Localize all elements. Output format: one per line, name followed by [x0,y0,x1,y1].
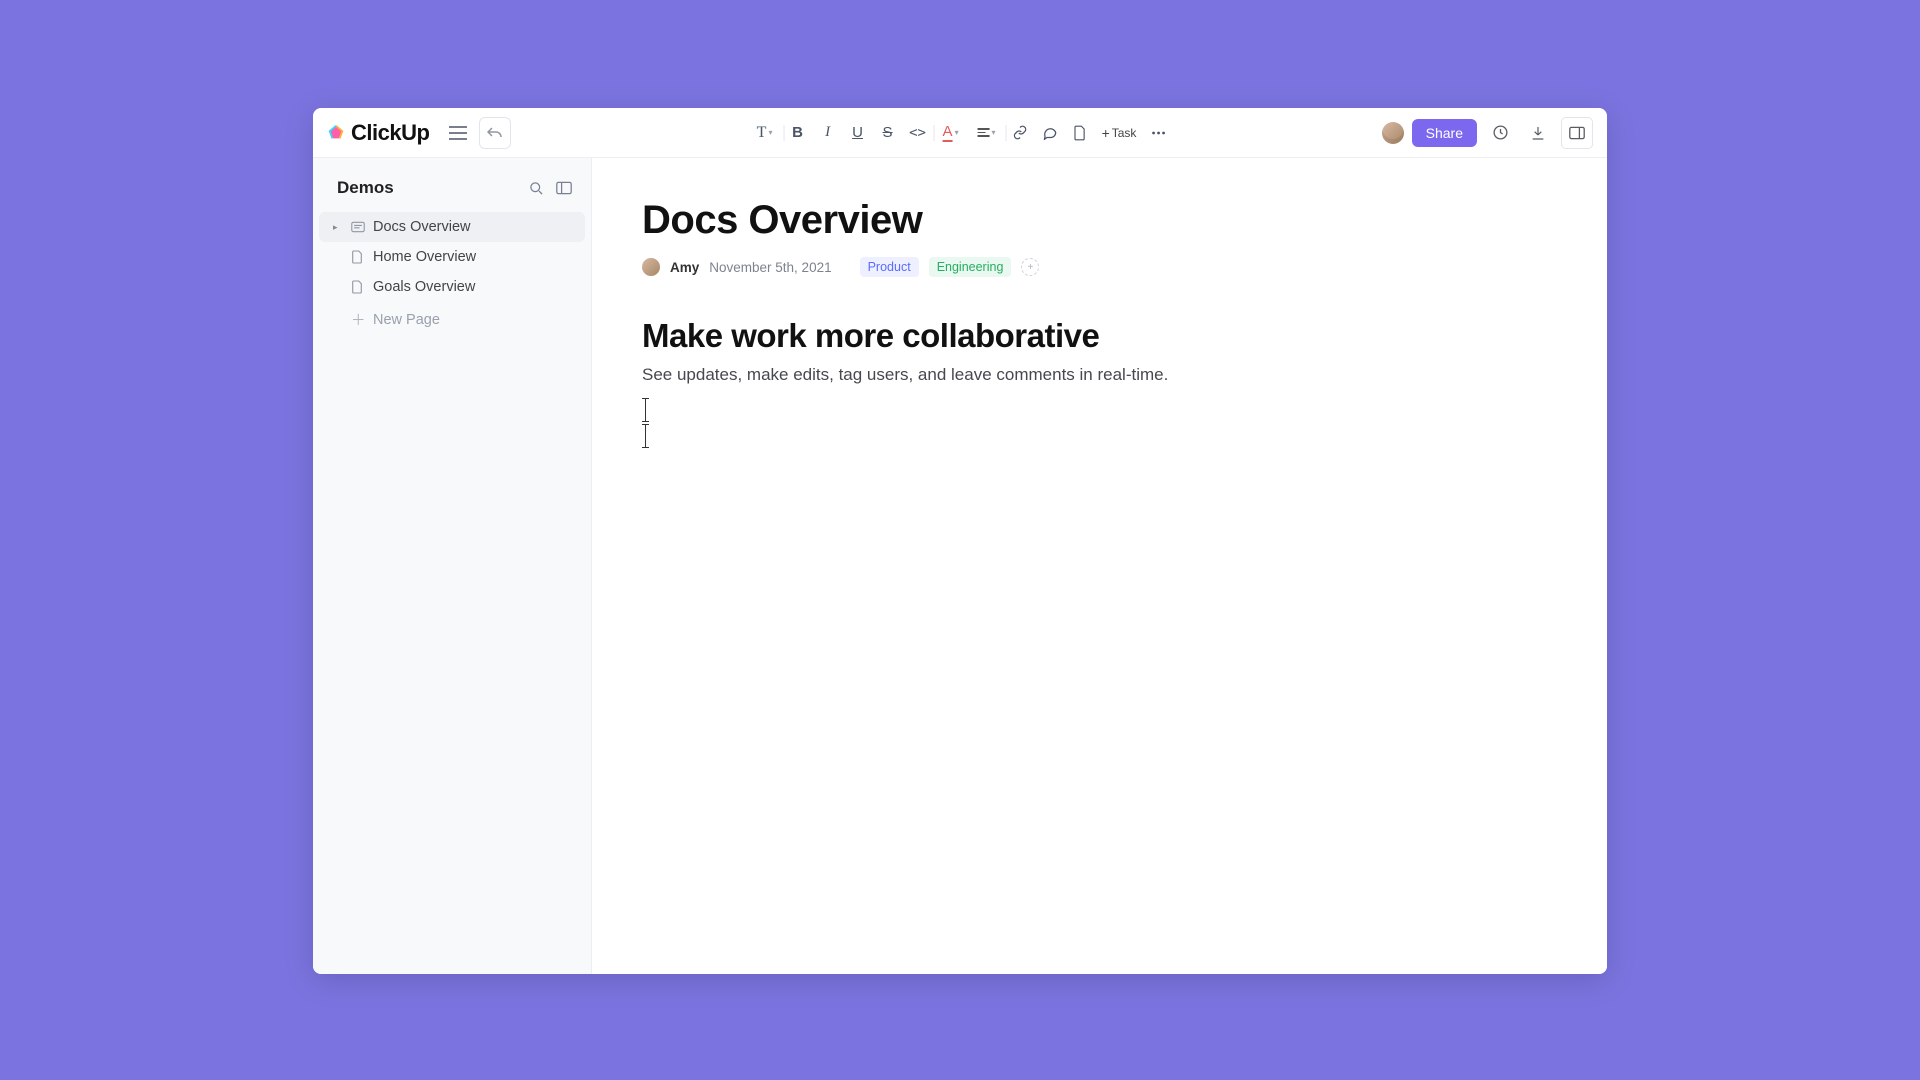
plus-icon: ＋ [351,309,365,330]
download-icon[interactable] [1523,118,1553,148]
app-window: ClickUp T▾ B I U S <> A▾ ▾ [313,108,1607,974]
attach-button[interactable] [1066,119,1094,147]
sidebar-header: Demos [313,172,591,212]
more-button[interactable] [1144,119,1172,147]
share-label: Share [1426,125,1463,141]
bold-button[interactable]: B [784,119,812,147]
doc-date: November 5th, 2021 [709,260,831,275]
sidebar-item-label: Goals Overview [373,279,475,295]
link-button[interactable] [1006,119,1034,147]
italic-button[interactable]: I [814,119,842,147]
doc-paragraph[interactable]: See updates, make edits, tag users, and … [642,365,1547,385]
sidebar-item-label: Home Overview [373,249,476,265]
logo-icon [327,124,345,142]
app-logo[interactable]: ClickUp [327,120,429,146]
sidebar-item-home-overview[interactable]: Home Overview [319,242,585,272]
strike-button[interactable]: S [874,119,902,147]
sidebar: Demos ▸ Docs Overview [313,158,592,974]
tag-product[interactable]: Product [860,257,919,277]
share-button[interactable]: Share [1412,119,1477,147]
doc-card-icon [351,221,365,233]
comment-button[interactable] [1036,119,1064,147]
page-icon [351,280,365,294]
menu-icon[interactable] [443,118,473,148]
history-icon[interactable] [1485,118,1515,148]
text-color-button[interactable]: A▾ [934,119,968,147]
plus-icon: + [1027,262,1033,273]
task-label: Task [1112,126,1137,140]
undo-button[interactable] [479,117,511,149]
panel-toggle-icon[interactable] [1561,117,1593,149]
sidebar-item-label: Docs Overview [373,219,471,235]
format-toolbar: T▾ B I U S <> A▾ ▾ + Task [748,119,1173,147]
avatar[interactable] [1382,122,1404,144]
app-name: ClickUp [351,120,429,146]
add-page-button[interactable]: ＋ New Page [319,302,585,337]
text-cursor [642,399,1547,447]
author-name: Amy [670,260,699,275]
collapse-sidebar-icon[interactable] [555,179,573,197]
search-icon[interactable] [527,179,545,197]
tag-engineering[interactable]: Engineering [929,257,1012,277]
align-button[interactable]: ▾ [970,119,1004,147]
plus-icon: + [1102,125,1110,141]
page-title[interactable]: Docs Overview [642,198,1547,243]
add-page-label: New Page [373,312,440,328]
chevron-right-icon: ▸ [333,222,343,233]
add-task-button[interactable]: + Task [1096,119,1143,147]
document-area[interactable]: Docs Overview Amy November 5th, 2021 Pro… [592,158,1607,974]
underline-button[interactable]: U [844,119,872,147]
topbar-right: Share [1382,117,1593,149]
add-tag-button[interactable]: + [1021,258,1039,276]
code-button[interactable]: <> [904,119,932,147]
sidebar-item-docs-overview[interactable]: ▸ Docs Overview [319,212,585,242]
sidebar-title: Demos [337,178,394,198]
page-icon [351,250,365,264]
doc-heading[interactable]: Make work more collaborative [642,317,1547,355]
text-style-button[interactable]: T▾ [748,119,782,147]
author-avatar[interactable] [642,258,660,276]
topbar: ClickUp T▾ B I U S <> A▾ ▾ [313,108,1607,158]
doc-meta: Amy November 5th, 2021 Product Engineeri… [642,257,1547,277]
sidebar-item-goals-overview[interactable]: Goals Overview [319,272,585,302]
sidebar-list: ▸ Docs Overview Home Overview Goals Over… [313,212,591,337]
